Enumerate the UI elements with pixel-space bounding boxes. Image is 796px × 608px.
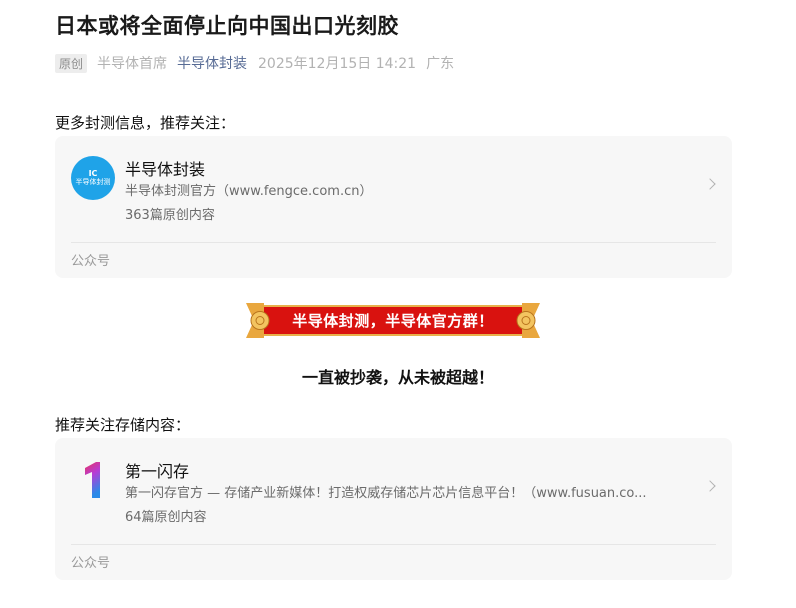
article-title: 日本或将全面停止向中国出口光刻胶 (55, 14, 399, 38)
original-tag: 原创 (55, 53, 88, 73)
account-name: 第一闪存 (125, 462, 190, 481)
chevron-right-icon (704, 178, 716, 190)
account-card-packaging[interactable]: IC 半导体封测 半导体封装 半导体封测官方（www.fengce.com.cn… (55, 136, 732, 278)
account-link[interactable]: 半导体封装 (177, 53, 247, 73)
account-avatar-one-icon (71, 458, 115, 502)
article-meta: 原创 半导体首席 半导体封装 2025年12月15日 14:21 广东 (55, 52, 454, 74)
card-divider (71, 544, 716, 545)
article-count: 363篇原创内容 (125, 208, 215, 223)
account-description: 第一闪存官方 — 存储产业新媒体！打造权威存储芯片芯片信息平台！（www.fus… (125, 486, 647, 501)
publish-time: 2025年12月15日 14:21 (258, 56, 417, 72)
publish-location: 广东 (426, 56, 455, 72)
account-description: 半导体封测官方（www.fengce.com.cn） (125, 184, 373, 199)
section-heading-storage: 推荐关注存储内容： (55, 416, 191, 434)
card-divider (71, 242, 716, 243)
section-heading-packaging: 更多封测信息，推荐关注： (55, 114, 236, 132)
account-name: 半导体封装 (125, 160, 206, 179)
group-banner[interactable]: 半导体封测，半导体官方群！ (246, 303, 540, 338)
author-name: 半导体首席 (97, 56, 168, 72)
slogan-text: 一直被抄袭，从未被超越！ (301, 368, 494, 387)
banner-text: 半导体封测，半导体官方群！ (292, 312, 494, 330)
account-avatar: IC 半导体封测 (71, 156, 115, 200)
avatar-label-sub: 半导体封测 (75, 177, 111, 186)
chevron-right-icon (704, 480, 716, 492)
account-card-storage[interactable]: 第一闪存 第一闪存官方 — 存储产业新媒体！打造权威存储芯片芯片信息平台！（ww… (55, 438, 732, 580)
article-count: 64篇原创内容 (125, 510, 207, 525)
card-footer-label: 公众号 (71, 556, 111, 571)
card-footer-label: 公众号 (71, 254, 111, 269)
